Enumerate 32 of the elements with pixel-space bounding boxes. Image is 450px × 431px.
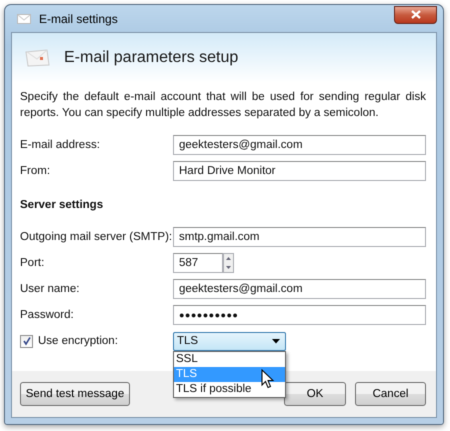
dropdown-option[interactable]: TLS if possible xyxy=(174,382,285,396)
spin-buttons[interactable] xyxy=(223,253,234,273)
text-field[interactable]: geektesters@gmail.com xyxy=(173,135,426,155)
field-label: Password: xyxy=(20,309,75,321)
check-icon xyxy=(22,336,32,346)
text-field[interactable]: Hard Drive Monitor xyxy=(173,161,426,181)
field-label: User name: xyxy=(20,283,80,295)
port-field[interactable]: 587 xyxy=(173,253,223,273)
text-field[interactable]: geektesters@gmail.com xyxy=(173,279,426,299)
checkbox[interactable] xyxy=(20,334,33,348)
dialog-button[interactable]: Send test message xyxy=(20,382,130,406)
field-label: Outgoing mail server (SMTP): xyxy=(20,231,173,243)
checkbox-label: Use encryption: xyxy=(38,335,118,347)
close-icon xyxy=(410,10,420,19)
close-button[interactable] xyxy=(394,6,437,24)
encryption-dropdown[interactable]: TLS xyxy=(173,332,286,350)
envelope-icon xyxy=(17,14,31,24)
field-label: From: xyxy=(20,165,52,177)
field-label: E-mail address: xyxy=(20,139,101,151)
dialog-heading: E-mail parameters setup xyxy=(64,49,238,67)
text-field[interactable]: smtp.gmail.com xyxy=(173,227,426,247)
dialog-button[interactable]: OK xyxy=(284,382,346,406)
caret-icon xyxy=(272,338,280,344)
mouse-pointer-icon xyxy=(261,368,275,388)
window-title: E-mail settings xyxy=(39,12,119,26)
section-heading: Server settings xyxy=(20,199,104,211)
envelope-icon xyxy=(25,49,51,67)
description-text: Specify the default e-mail account that will be used for sending regular disk reports. You can specify multiple addresses separated by a semicolon. xyxy=(20,90,426,121)
field-label: Port: xyxy=(20,257,46,269)
dialog-button[interactable]: Cancel xyxy=(355,382,426,406)
dropdown-option[interactable]: SSL xyxy=(174,352,285,366)
password-field[interactable]: ●●●●●●●●●● xyxy=(173,305,426,325)
